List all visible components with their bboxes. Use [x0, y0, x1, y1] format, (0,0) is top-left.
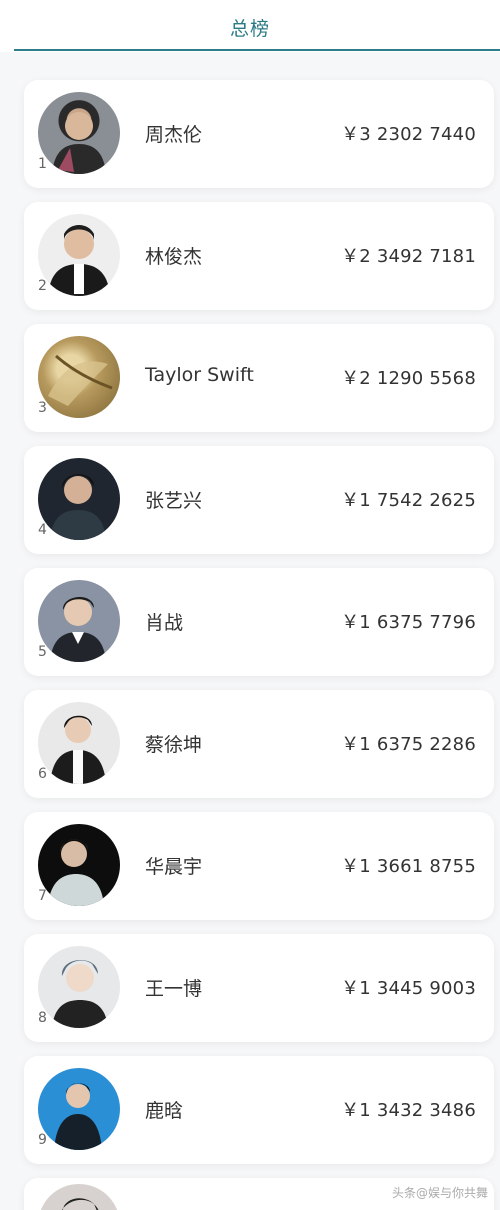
rank-number: 1: [38, 156, 47, 172]
ranking-item[interactable]: 1 周杰伦 ￥3 2302 7440: [24, 80, 494, 188]
revenue-amount: ￥3 2302 7440: [341, 124, 476, 145]
artist-name: 张艺兴: [145, 490, 203, 512]
watermark: 头条@娱与你共舞: [391, 1186, 488, 1200]
artist-name: 肖战: [145, 612, 184, 634]
revenue-amount: ￥1 3661 8755: [341, 856, 476, 877]
ranking-item[interactable]: 4 张艺兴 ￥1 7542 2625: [24, 446, 494, 554]
artist-name: 鹿晗: [145, 1100, 184, 1122]
avatar: [38, 458, 120, 540]
revenue-amount: ￥1 3445 9003: [341, 978, 476, 999]
ranking-item[interactable]: 6 蔡徐坤 ￥1 6375 2286: [24, 690, 494, 798]
artist-name: 林俊杰: [145, 246, 203, 268]
rank-number: 8: [38, 1010, 47, 1026]
page-title: 总榜: [229, 18, 270, 40]
revenue-amount: ￥1 6375 7796: [341, 612, 476, 633]
avatar: [38, 946, 120, 1028]
rank-number: 2: [38, 278, 47, 294]
avatar: [38, 1184, 120, 1210]
tab-underline: [14, 49, 500, 51]
avatar: [38, 824, 120, 906]
revenue-amount: ￥1 6375 2286: [341, 734, 476, 755]
ranking-item[interactable]: 5 肖战 ￥1 6375 7796: [24, 568, 494, 676]
avatar: [38, 214, 120, 296]
rank-number: 5: [38, 644, 47, 660]
artist-name: 王一博: [145, 978, 203, 1000]
avatar: [38, 336, 120, 418]
ranking-list[interactable]: 1 周杰伦 ￥3 2302 7440 2 林俊杰 ￥2 3492 7181 3 …: [0, 52, 500, 1210]
header-bar: 总榜: [0, 0, 500, 52]
ranking-item[interactable]: 3 Taylor Swift ￥2 1290 5568: [24, 324, 494, 432]
revenue-amount: ￥1 3432 3486: [341, 1100, 476, 1121]
ranking-item[interactable]: 2 林俊杰 ￥2 3492 7181: [24, 202, 494, 310]
rank-number: 9: [38, 1132, 47, 1148]
ranking-item[interactable]: 7 华晨宇 ￥1 3661 8755: [24, 812, 494, 920]
rank-number: 3: [38, 400, 47, 416]
avatar: [38, 580, 120, 662]
revenue-amount: ￥2 3492 7181: [341, 246, 476, 267]
rank-number: 4: [38, 522, 47, 538]
ranking-item[interactable]: 9 鹿晗 ￥1 3432 3486: [24, 1056, 494, 1164]
revenue-amount: ￥1 7542 2625: [341, 490, 476, 511]
revenue-amount: ￥2 1290 5568: [341, 368, 476, 389]
artist-name: 周杰伦: [145, 124, 203, 146]
avatar: [38, 1068, 120, 1150]
artist-name: Taylor Swift: [145, 364, 254, 386]
ranking-item[interactable]: 8 王一博 ￥1 3445 9003: [24, 934, 494, 1042]
artist-name: 蔡徐坤: [145, 734, 203, 756]
avatar: [38, 702, 120, 784]
avatar: [38, 92, 120, 174]
rank-number: 6: [38, 766, 47, 782]
artist-name: 华晨宇: [145, 856, 203, 878]
rank-number: 7: [38, 888, 47, 904]
